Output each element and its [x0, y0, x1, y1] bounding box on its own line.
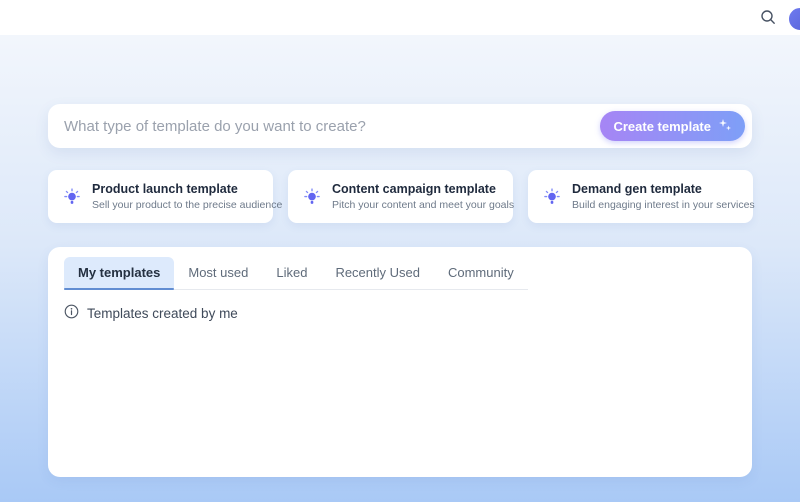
lightbulb-icon [302, 187, 322, 207]
tab-community[interactable]: Community [434, 257, 528, 289]
create-template-label: Create template [613, 119, 711, 134]
app-window: Create template [0, 0, 800, 502]
top-bar [0, 0, 800, 35]
create-template-button[interactable]: Create template [600, 111, 745, 141]
empty-state-row: Templates created by me [64, 304, 736, 322]
tab-my-templates[interactable]: My templates [64, 257, 174, 289]
info-icon [64, 304, 79, 322]
search-button[interactable] [758, 8, 778, 28]
card-subtitle: Pitch your content and meet your goals [332, 199, 513, 212]
lightbulb-icon [62, 187, 82, 207]
lightbulb-icon [542, 187, 562, 207]
card-title: Content campaign template [332, 182, 513, 197]
search-icon [760, 9, 776, 28]
card-subtitle: Sell your product to the precise audienc… [92, 199, 273, 212]
sparkles-icon [718, 118, 732, 135]
templates-tab-bar: My templates Most used Liked Recently Us… [64, 257, 528, 290]
card-subtitle: Build engaging interest in your services [572, 199, 753, 212]
card-title: Product launch template [92, 182, 273, 197]
card-title: Demand gen template [572, 182, 753, 197]
suggestion-card-product-launch[interactable]: Product launch template Sell your produc… [48, 170, 273, 223]
template-prompt-input[interactable] [48, 104, 600, 148]
suggestion-card-content-campaign[interactable]: Content campaign template Pitch your con… [288, 170, 513, 223]
empty-state-text: Templates created by me [87, 306, 238, 321]
tab-liked[interactable]: Liked [262, 257, 321, 289]
tab-recently-used[interactable]: Recently Used [321, 257, 434, 289]
template-prompt-bar: Create template [48, 104, 752, 148]
suggestion-card-demand-gen[interactable]: Demand gen template Build engaging inter… [528, 170, 753, 223]
user-avatar[interactable] [787, 6, 800, 32]
templates-panel: My templates Most used Liked Recently Us… [48, 247, 752, 477]
tab-most-used[interactable]: Most used [174, 257, 262, 289]
